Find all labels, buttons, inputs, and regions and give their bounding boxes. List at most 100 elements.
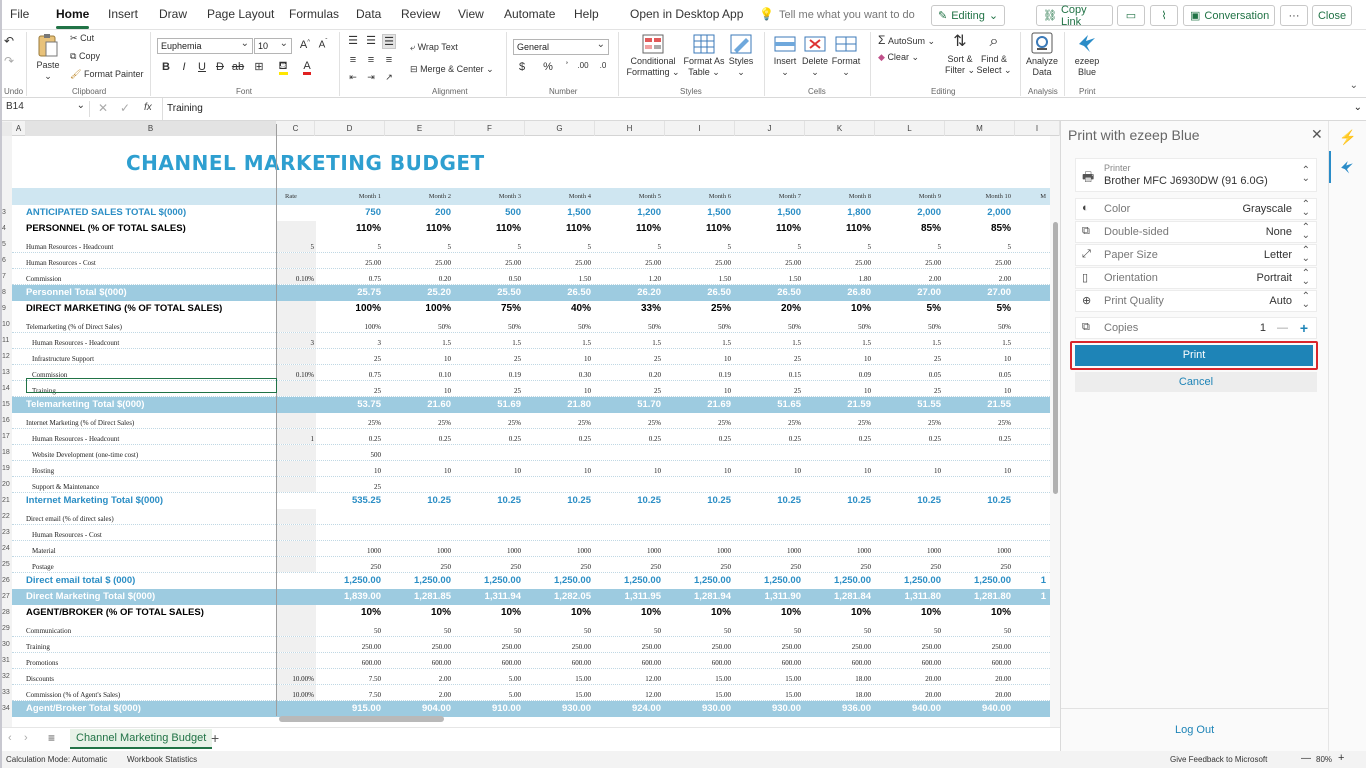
value-cell[interactable]: 10 (665, 461, 731, 476)
value-cell[interactable]: 0.19 (665, 365, 731, 380)
value-cell[interactable] (595, 445, 661, 460)
currency-button[interactable]: $ (515, 61, 529, 73)
sheet-tab-channel-marketing-budget[interactable]: Channel Marketing Budget (70, 729, 213, 749)
value-cell[interactable]: 21.55 (945, 397, 1011, 413)
value-cell[interactable]: 25% (665, 413, 731, 428)
value-cell[interactable]: 26.80 (805, 285, 871, 301)
align-left-button[interactable]: ≡ (346, 54, 360, 66)
value-cell[interactable] (525, 445, 591, 460)
value-cell[interactable]: 5 (595, 237, 662, 252)
value-cell[interactable]: 0.09 (805, 365, 871, 380)
value-cell[interactable]: 110% (315, 221, 381, 237)
all-sheets-icon[interactable]: ≡ (48, 731, 55, 745)
value-cell[interactable]: 15.00 (525, 685, 591, 700)
tab-view[interactable]: View (458, 7, 484, 21)
value-cell[interactable]: 40% (525, 301, 591, 317)
value-cell[interactable]: 1,250.00 (735, 573, 801, 589)
value-cell[interactable] (385, 525, 451, 540)
value-cell[interactable]: 1.5 (735, 333, 801, 348)
value-cell[interactable]: 1,250.00 (595, 573, 661, 589)
align-middle-button[interactable]: ☰ (364, 34, 378, 47)
value-cell[interactable]: 110% (595, 221, 661, 237)
value-cell[interactable]: 50 (735, 621, 801, 636)
value-cell[interactable]: 1000 (455, 541, 521, 556)
tab-home[interactable]: Home (56, 7, 90, 29)
value-cell[interactable]: 10% (455, 605, 521, 621)
row-header[interactable]: 33 (2, 685, 12, 701)
value-cell[interactable]: 20% (735, 301, 801, 317)
row-label[interactable]: Hosting (26, 461, 276, 476)
value-cell[interactable]: 1,839.00 (315, 589, 381, 605)
rate-cell[interactable]: 10.00% (277, 685, 314, 700)
row-label[interactable]: Direct Marketing Total $(000) (26, 589, 276, 605)
paste-button[interactable]: Paste ⌄ (32, 32, 64, 82)
value-cell[interactable]: 50% (525, 317, 591, 332)
more-options-button[interactable]: ··· (1280, 5, 1308, 26)
comments-button[interactable]: ▭ (1117, 5, 1145, 26)
value-cell[interactable]: 1000 (735, 541, 801, 556)
value-cell[interactable] (805, 525, 871, 540)
value-cell[interactable]: 50 (665, 621, 731, 636)
value-cell[interactable]: 75% (455, 301, 521, 317)
value-cell[interactable]: 1,250.00 (525, 573, 591, 589)
value-cell[interactable]: 26.50 (665, 285, 731, 301)
font-size-select[interactable]: 10 (254, 38, 292, 54)
value-cell[interactable]: 250.00 (315, 637, 381, 652)
value-cell[interactable]: 25.00 (315, 253, 381, 268)
value-cell[interactable]: 10 (805, 349, 871, 364)
column-header[interactable]: G (525, 121, 595, 136)
value-cell[interactable]: 10.25 (595, 493, 661, 509)
value-cell[interactable]: 21.80 (525, 397, 591, 413)
value-cell[interactable]: 930.00 (525, 701, 591, 717)
align-right-button[interactable]: ≡ (382, 54, 396, 66)
row-header[interactable]: 13 (2, 365, 12, 381)
value-cell[interactable]: 50% (665, 317, 731, 332)
scroll-thumb[interactable] (1053, 222, 1058, 494)
value-cell[interactable]: 10 (385, 461, 451, 476)
value-cell[interactable]: 50% (945, 317, 1011, 332)
value-cell[interactable]: 27.00 (945, 285, 1011, 301)
value-cell[interactable]: 1.5 (525, 333, 591, 348)
rate-cell[interactable] (277, 701, 314, 717)
add-sheet-icon[interactable]: + (211, 730, 219, 746)
orientation-button[interactable]: ↗ (382, 72, 396, 83)
value-cell[interactable]: 1.5 (455, 333, 521, 348)
value-cell[interactable]: 250.00 (455, 637, 521, 652)
value-cell[interactable]: 110% (455, 221, 521, 237)
format-as-table-button[interactable]: Format As Table ⌄ (682, 34, 726, 78)
row-header[interactable]: 32 (2, 669, 12, 685)
value-cell[interactable]: 250.00 (875, 637, 941, 652)
tab-automate[interactable]: Automate (504, 7, 555, 21)
delete-cells-button[interactable]: Delete ⌄ (800, 34, 830, 78)
value-cell[interactable]: 10% (315, 605, 381, 621)
value-cell[interactable]: 5.00 (455, 685, 521, 700)
value-cell[interactable]: 0.25 (315, 429, 381, 444)
column-header[interactable]: B (26, 121, 276, 136)
format-cells-button[interactable]: Format ⌄ (830, 34, 862, 78)
value-cell[interactable]: 10 (665, 349, 731, 364)
value-cell[interactable] (1015, 365, 1046, 380)
value-cell[interactable]: 50% (805, 317, 871, 332)
print-button[interactable]: Print (1075, 345, 1313, 366)
value-cell[interactable] (945, 445, 1011, 460)
row-label[interactable]: Internet Marketing Total $(000) (26, 493, 276, 509)
value-cell[interactable]: 10 (315, 461, 381, 476)
align-top-button[interactable]: ☰ (346, 34, 360, 47)
value-cell[interactable]: 26.20 (595, 285, 661, 301)
rate-cell[interactable] (277, 653, 314, 668)
row-label[interactable]: Commission (% of Agent's Sales) (26, 685, 276, 700)
value-cell[interactable]: 50 (315, 621, 381, 636)
row-header[interactable]: 9 (2, 301, 12, 317)
value-cell[interactable]: 25 (595, 381, 661, 396)
value-cell[interactable]: 1,281.80 (945, 589, 1011, 605)
value-cell[interactable]: 0.25 (945, 429, 1011, 444)
next-sheet-icon[interactable]: › (24, 732, 28, 744)
row-header[interactable]: 12 (2, 349, 12, 365)
rate-cell[interactable] (277, 493, 314, 509)
value-cell[interactable]: 10 (525, 461, 591, 476)
value-cell[interactable]: 50% (385, 317, 451, 332)
row-label[interactable]: Human Resources - Headcount (26, 333, 276, 348)
value-cell[interactable]: 5 (455, 237, 522, 252)
value-cell[interactable]: 0.75 (315, 269, 381, 284)
value-cell[interactable]: 15.00 (665, 669, 731, 684)
